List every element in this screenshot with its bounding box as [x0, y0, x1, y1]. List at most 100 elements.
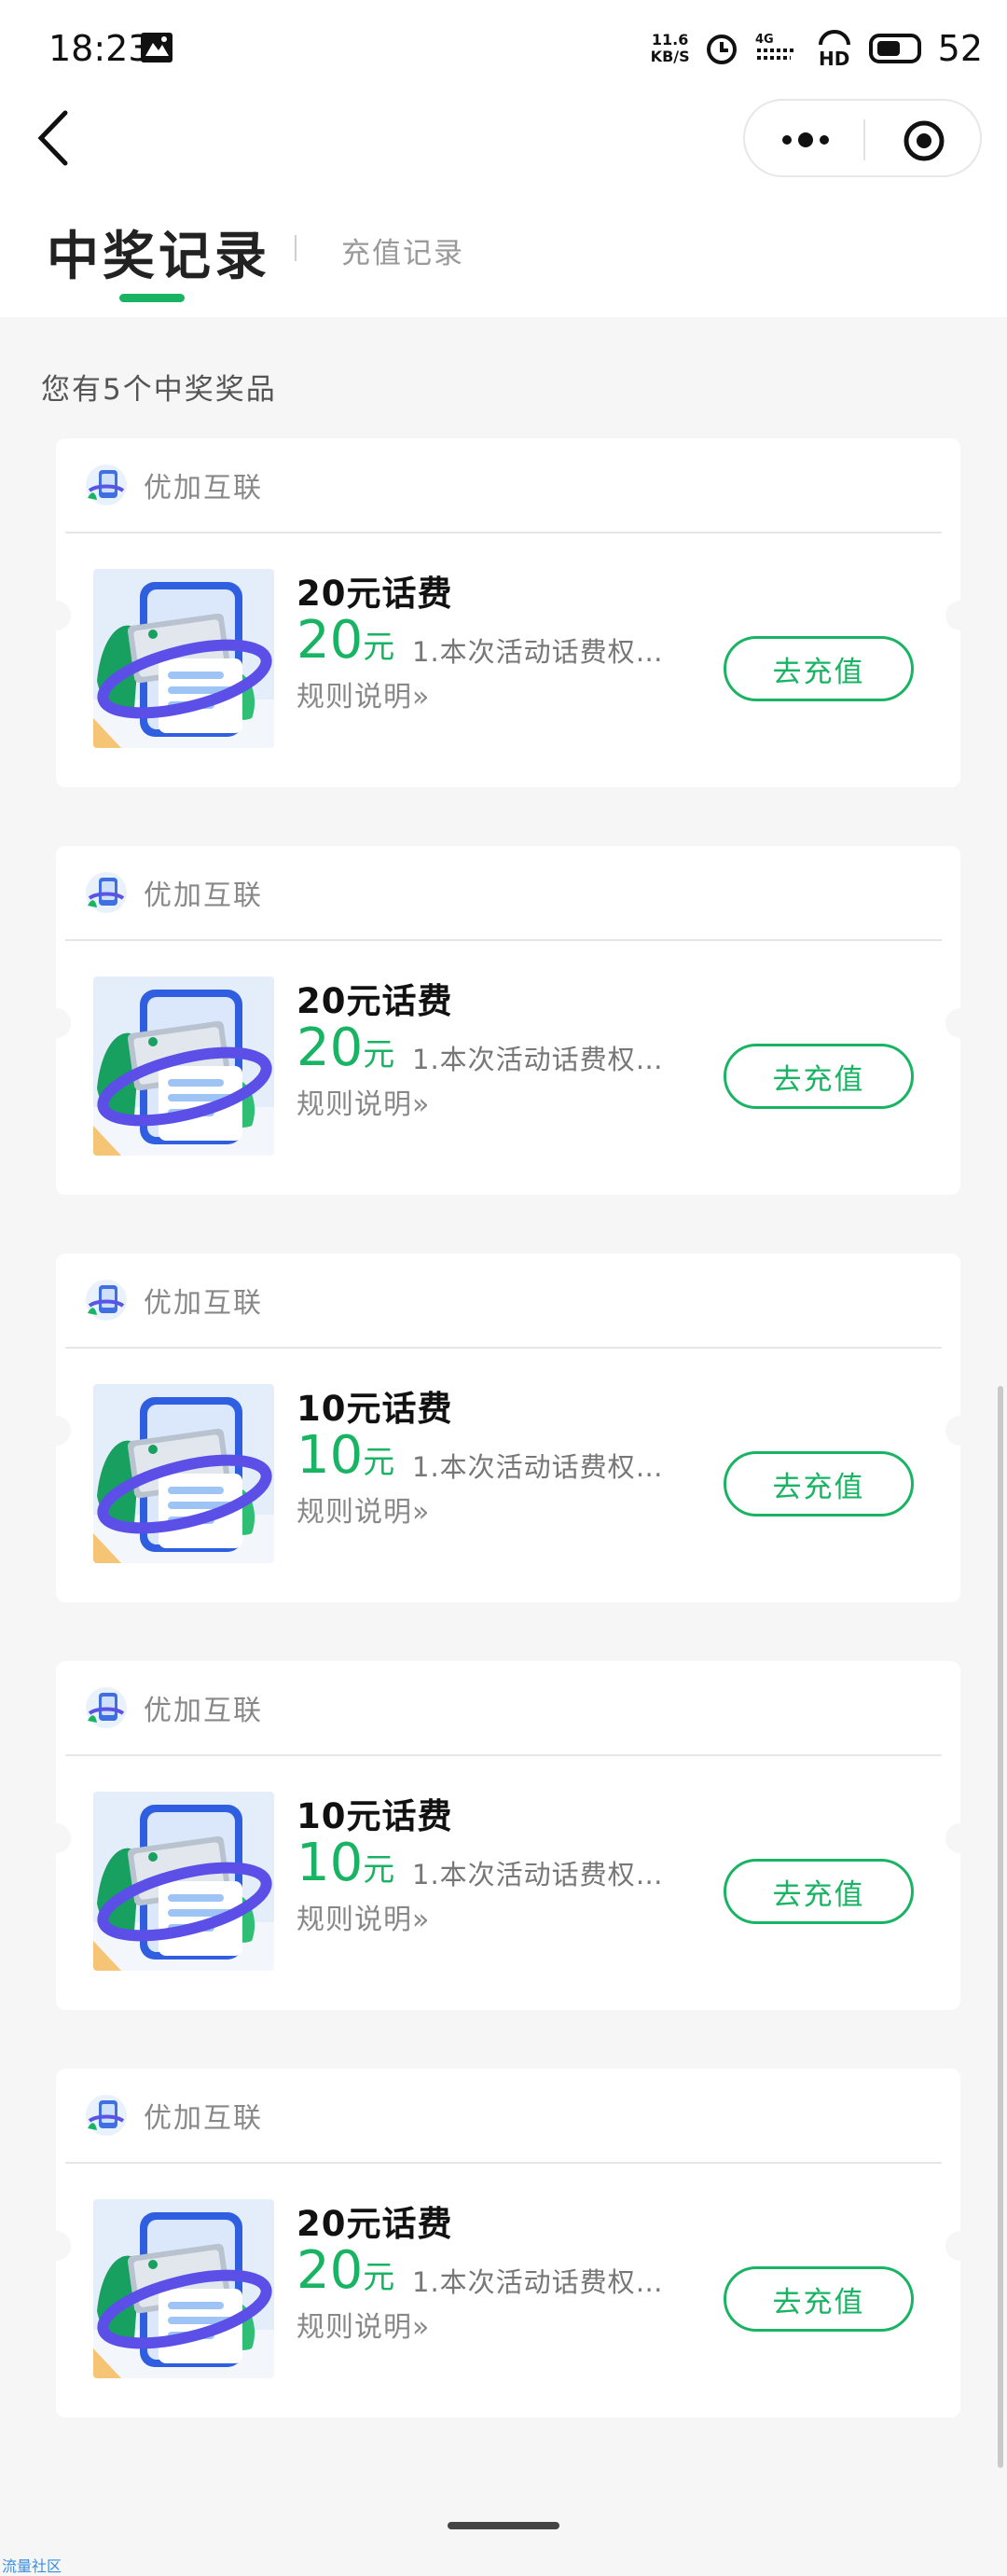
network-label: 4G — [755, 33, 774, 47]
alarm-icon — [706, 35, 737, 64]
merchant-name: 优加互联 — [144, 1287, 263, 1320]
prize-thumbnail — [93, 976, 274, 1156]
capsule-divider — [863, 119, 865, 160]
card-notch-left — [41, 1008, 71, 1038]
card-divider — [65, 1347, 942, 1349]
card-divider — [65, 939, 942, 941]
prize-amount: 10元 — [297, 1425, 394, 1493]
rules-link[interactable]: 规则说明» — [297, 1896, 430, 1937]
merchant-logo-icon — [86, 1687, 127, 1728]
card-header: 优加互联 — [84, 461, 263, 509]
prize-title: 20元话费 — [297, 574, 453, 614]
card-notch-left — [41, 601, 71, 630]
prize-description: 1.本次活动话费权… — [412, 1044, 664, 1075]
status-time: 18:23 — [48, 28, 151, 69]
prize-description: 1.本次活动话费权… — [412, 636, 664, 668]
tab-prize-records[interactable]: 中奖记录 — [47, 215, 270, 290]
recharge-button[interactable]: 去充值 — [724, 2266, 914, 2332]
net-speed-unit: KB/S — [650, 48, 690, 65]
card-notch-right — [945, 601, 975, 630]
merchant-logo-icon — [86, 2095, 127, 2136]
merchant-logo-icon — [86, 1280, 127, 1321]
prize-thumbnail — [93, 1384, 274, 1563]
active-tab-indicator — [119, 294, 185, 302]
prize-thumbnail — [93, 569, 274, 748]
tab-separator — [295, 235, 297, 261]
hd-voice-icon: HD — [819, 30, 850, 69]
rules-link[interactable]: 规则说明» — [297, 1081, 430, 1122]
card-notch-left — [41, 1416, 71, 1446]
recharge-button[interactable]: 去充值 — [724, 1451, 914, 1517]
card-notch-right — [945, 1008, 975, 1038]
prize-title: 20元话费 — [297, 981, 453, 1021]
prize-amount: 10元 — [297, 1833, 394, 1901]
more-dots-icon[interactable] — [778, 123, 834, 157]
home-indicator[interactable] — [448, 2522, 559, 2529]
prize-amount-unit: 元 — [363, 1036, 395, 1073]
prize-amount: 20元 — [297, 2240, 394, 2308]
prize-description: 1.本次活动话费权… — [412, 2266, 664, 2298]
merchant-name: 优加互联 — [144, 879, 263, 912]
card-header: 优加互联 — [84, 2091, 263, 2140]
merchant-logo-icon — [86, 464, 127, 506]
merchant-logo-icon — [86, 872, 127, 913]
prize-thumbnail — [93, 2199, 274, 2378]
net-speed-value: 11.6 — [651, 31, 689, 48]
net-speed: 11.6 KB/S — [651, 32, 690, 65]
prize-amount-unit: 元 — [363, 1444, 395, 1481]
recharge-button[interactable]: 去充值 — [724, 1044, 914, 1109]
prize-list: 优加互联 20元话费 20元 1.本次活动话费权… 规则说明» 去充值 优加互联… — [41, 438, 975, 2476]
prize-description: 1.本次活动话费权… — [412, 1859, 664, 1890]
prize-description: 1.本次活动话费权… — [412, 1451, 664, 1483]
card-notch-left — [41, 1823, 71, 1853]
prize-amount-value: 20 — [297, 1018, 364, 1078]
app-notification-icon — [141, 33, 172, 62]
merchant-name: 优加互联 — [144, 472, 263, 505]
battery-icon — [868, 34, 921, 63]
rules-link[interactable]: 规则说明» — [297, 673, 430, 714]
merchant-name: 优加互联 — [144, 2102, 263, 2135]
prize-thumbnail — [93, 1792, 274, 1971]
back-arrow-icon[interactable] — [34, 107, 73, 169]
prize-amount-unit: 元 — [363, 629, 395, 666]
prize-amount-value: 10 — [297, 1833, 364, 1893]
prize-card: 优加互联 20元话费 20元 1.本次活动话费权… 规则说明» 去充值 — [41, 2069, 975, 2417]
status-icons: 11.6 KB/S 4G HD 52 — [651, 28, 983, 69]
prize-amount-unit: 元 — [363, 2259, 395, 2296]
battery-level: 52 — [937, 28, 983, 69]
prize-amount-value: 20 — [297, 610, 364, 671]
merchant-name: 优加互联 — [144, 1695, 263, 1727]
rules-link[interactable]: 规则说明» — [297, 1489, 430, 1530]
prize-count-summary: 您有5个中奖奖品 — [41, 373, 277, 407]
card-notch-right — [945, 1823, 975, 1853]
watermark: 流量社区 — [2, 2557, 62, 2575]
prize-card: 优加互联 10元话费 10元 1.本次活动话费权… 规则说明» 去充值 — [41, 1661, 975, 2010]
prize-title: 10元话费 — [297, 1389, 453, 1429]
prize-card: 优加互联 10元话费 10元 1.本次活动话费权… 规则说明» 去充值 — [41, 1253, 975, 1602]
recharge-button[interactable]: 去充值 — [724, 1859, 914, 1924]
card-notch-left — [41, 2231, 71, 2261]
card-notch-right — [945, 2231, 975, 2261]
recharge-button[interactable]: 去充值 — [724, 636, 914, 701]
prize-title: 20元话费 — [297, 2204, 453, 2244]
prize-amount: 20元 — [297, 610, 394, 678]
prize-amount-value: 20 — [297, 2240, 364, 2301]
prize-amount: 20元 — [297, 1018, 394, 1086]
rules-link[interactable]: 规则说明» — [297, 2304, 430, 2345]
signal-4g-icon: 4G — [755, 33, 796, 60]
record-tabs: 中奖记录 充值记录 — [0, 215, 1007, 317]
hd-label: HD — [819, 48, 849, 69]
miniprogram-capsule — [743, 99, 982, 177]
prize-amount-value: 10 — [297, 1425, 364, 1486]
top-bar: 18:23 11.6 KB/S 4G HD 52 — [0, 0, 1007, 215]
card-notch-right — [945, 1416, 975, 1446]
prize-amount-unit: 元 — [363, 1851, 395, 1889]
prize-card: 优加互联 20元话费 20元 1.本次活动话费权… 规则说明» 去充值 — [41, 438, 975, 787]
tab-recharge-records[interactable]: 充值记录 — [341, 229, 464, 271]
card-divider — [65, 1754, 942, 1756]
close-target-icon[interactable] — [903, 119, 945, 162]
card-header: 优加互联 — [84, 868, 263, 917]
card-header: 优加互联 — [84, 1276, 263, 1324]
scrollbar[interactable] — [998, 1386, 1003, 2468]
card-divider — [65, 532, 942, 533]
